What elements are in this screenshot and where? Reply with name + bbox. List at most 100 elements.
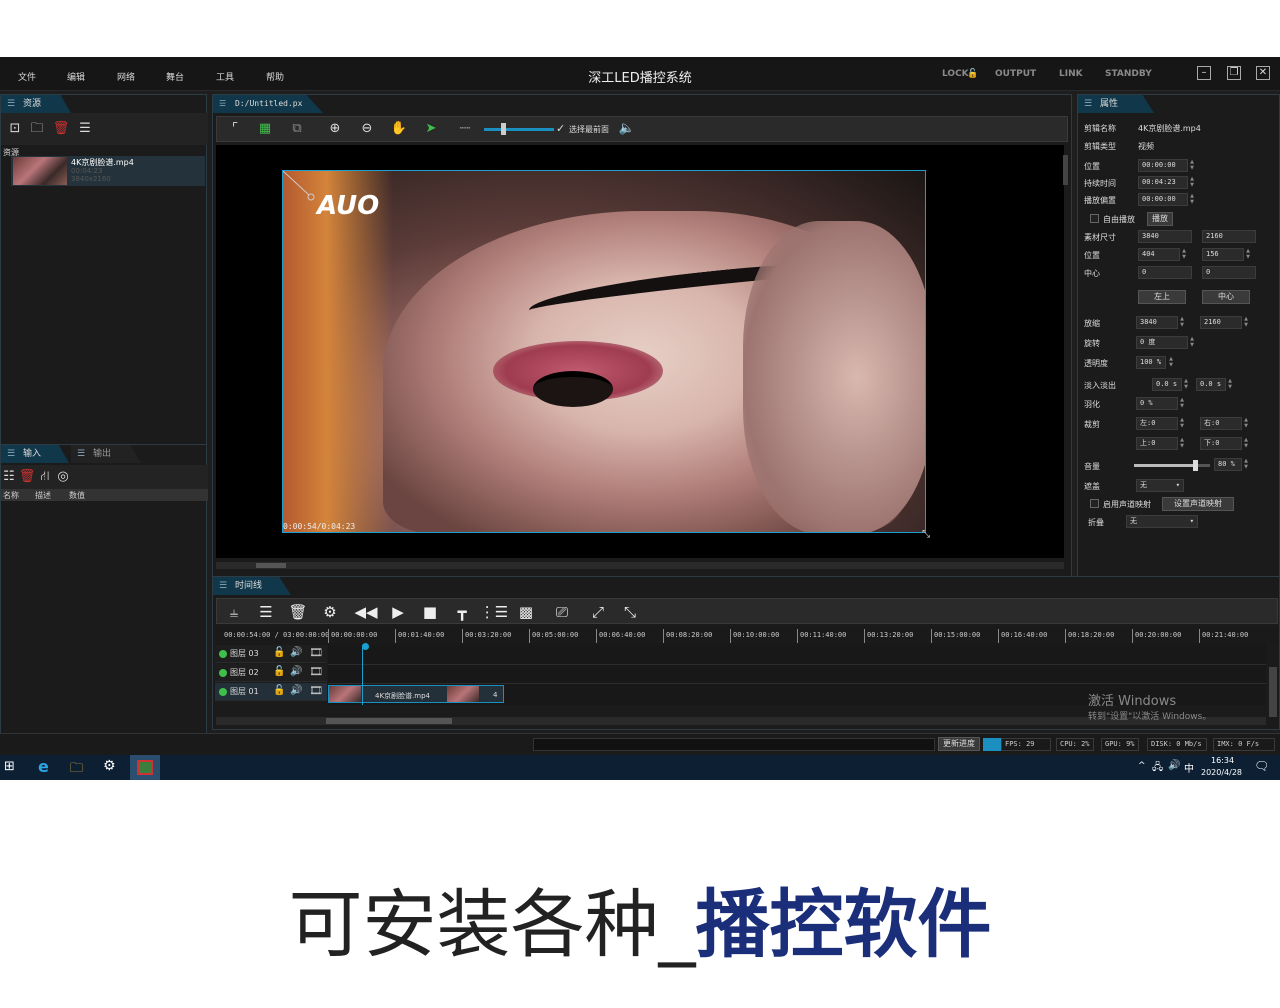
- add-layer-icon[interactable]: ⫨: [219, 599, 249, 625]
- duration-spinner[interactable]: ▲ ▼: [1188, 176, 1196, 189]
- ruler-icon[interactable]: ┄┄: [455, 120, 475, 138]
- hand-icon[interactable]: ✋: [389, 120, 409, 138]
- speaker-icon[interactable]: 🔊: [290, 685, 302, 696]
- network-tree-icon[interactable]: ⛙: [35, 468, 55, 486]
- layer-row-03[interactable]: 图层 03 🔓 🔊 🎞: [215, 645, 327, 663]
- network-icon[interactable]: 🖧: [1152, 760, 1163, 777]
- film-icon[interactable]: 🎞: [309, 684, 323, 697]
- timeline-vscroll[interactable]: [1269, 667, 1277, 717]
- rotate-field[interactable]: 0 度: [1136, 336, 1188, 349]
- tab-input[interactable]: ☰ 输入: [1, 445, 69, 463]
- list-menu-icon[interactable]: ☰: [75, 120, 95, 138]
- settings-icon[interactable]: ⚙: [315, 599, 345, 625]
- ungroup-icon[interactable]: ⧉: [287, 120, 307, 138]
- fade-out-spinner[interactable]: ▲ ▼: [1226, 378, 1234, 391]
- stop-icon[interactable]: ■: [415, 599, 445, 625]
- rotate-spinner[interactable]: ▲ ▼: [1188, 336, 1196, 349]
- clock-time[interactable]: 16:34: [1211, 756, 1234, 765]
- collapse-icon[interactable]: ⤡: [615, 599, 645, 625]
- keep-front-check-icon[interactable]: ✓: [556, 122, 565, 135]
- fold-select[interactable]: 无 ▾: [1126, 515, 1198, 528]
- layer-visible-icon[interactable]: [219, 650, 227, 658]
- list-numbered-icon[interactable]: ⋮☰: [479, 599, 509, 625]
- explorer-icon[interactable]: 🗀: [70, 759, 83, 780]
- layer-visible-icon[interactable]: [219, 669, 227, 677]
- zoom-slider-handle[interactable]: [501, 123, 506, 135]
- output-button[interactable]: OUTPUT: [995, 69, 1036, 79]
- timeline-ruler[interactable]: 00:00:54:00 / 03:00:00:00 00:00:00:00 00:…: [216, 627, 1278, 645]
- crop-top-spinner[interactable]: ▲ ▼: [1178, 437, 1186, 450]
- volume-spinner[interactable]: ▲ ▼: [1242, 458, 1250, 471]
- crop-left-spinner[interactable]: ▲ ▼: [1178, 417, 1186, 430]
- speaker-icon[interactable]: 🔊: [290, 666, 302, 677]
- player-app-icon[interactable]: [130, 755, 160, 780]
- volume-slider-handle[interactable]: [1192, 460, 1198, 471]
- play-offset-field[interactable]: 00:00:00: [1138, 193, 1188, 206]
- play-icon[interactable]: ▶: [383, 599, 413, 625]
- mask-select[interactable]: 无 ▾: [1136, 479, 1184, 492]
- center-x-field[interactable]: 0: [1138, 266, 1192, 279]
- align-icon[interactable]: ┳: [447, 599, 477, 625]
- import-icon[interactable]: ⊡: [5, 120, 25, 138]
- speaker-icon[interactable]: 🔈: [617, 120, 637, 138]
- tab-properties[interactable]: ☰ 属性: [1078, 95, 1154, 113]
- crop-bottom-spinner[interactable]: ▲ ▼: [1242, 437, 1250, 450]
- crop-corner-icon[interactable]: ⌜: [225, 120, 245, 138]
- edge-icon[interactable]: e: [38, 757, 49, 776]
- preview-vscroll[interactable]: [1063, 155, 1068, 185]
- video-layer[interactable]: AUO 0:00:54/0:04:23: [282, 170, 926, 533]
- top-left-button[interactable]: 左上: [1138, 290, 1186, 304]
- fade-in-spinner[interactable]: ▲ ▼: [1182, 378, 1190, 391]
- clock-date[interactable]: 2020/4/28: [1201, 768, 1242, 777]
- free-play-checkbox[interactable]: [1090, 214, 1099, 223]
- delete-io-icon[interactable]: 🗑: [17, 468, 37, 486]
- timeline-clip[interactable]: 4K京剧脸谱.mp4 4: [328, 685, 504, 703]
- audio-map-button[interactable]: 设置声道映射: [1162, 497, 1234, 511]
- minimize-icon[interactable]: –: [1197, 66, 1211, 80]
- scale-height-field[interactable]: 2160: [1200, 316, 1242, 329]
- expand-icon[interactable]: ⤢: [583, 599, 613, 625]
- speaker-icon[interactable]: 🔊: [290, 647, 302, 658]
- crop-right-field[interactable]: 右:0: [1200, 417, 1242, 430]
- fade-in-field[interactable]: 0.0 s: [1152, 378, 1182, 391]
- preview-hscroll-thumb[interactable]: [256, 563, 286, 568]
- play-offset-spinner[interactable]: ▲ ▼: [1188, 193, 1196, 206]
- scale-height-spinner[interactable]: ▲ ▼: [1242, 316, 1250, 329]
- unlock-icon[interactable]: 🔓: [273, 666, 285, 677]
- tray-up-icon[interactable]: ^: [1138, 761, 1146, 771]
- pos-x-spinner[interactable]: ▲ ▼: [1180, 248, 1188, 261]
- close-icon[interactable]: ✕: [1256, 66, 1270, 80]
- layer-list-icon[interactable]: ☰: [251, 599, 281, 625]
- pos-y-field[interactable]: 156: [1202, 248, 1244, 261]
- layer-row-02[interactable]: 图层 02 🔓 🔊 🎞: [215, 664, 327, 682]
- tab-resources[interactable]: ☰ 资源: [1, 95, 71, 113]
- tab-project[interactable]: ☰ D:/Untitled.px: [213, 95, 323, 113]
- zoom-in-icon[interactable]: ⊕: [325, 120, 345, 138]
- film-icon[interactable]: 🎞: [309, 646, 323, 659]
- delete-layer-icon[interactable]: 🗑: [283, 599, 313, 625]
- crop-left-field[interactable]: 左:0: [1136, 417, 1178, 430]
- opacity-spinner[interactable]: ▲ ▼: [1167, 356, 1175, 369]
- notification-icon[interactable]: 🗨: [1254, 759, 1269, 773]
- source-width-field[interactable]: 3840: [1138, 230, 1192, 243]
- layer-row-01[interactable]: 图层 01 🔓 🔊 🎞: [215, 683, 327, 701]
- fade-out-field[interactable]: 0.0 s: [1196, 378, 1226, 391]
- resource-item[interactable]: 4K京剧脸谱.mp4 00:04:23 3840x2160: [11, 156, 205, 186]
- unlock-icon[interactable]: 🔓: [273, 647, 285, 658]
- film-icon[interactable]: 🎞: [309, 665, 323, 678]
- settings-icon[interactable]: ⚙: [103, 758, 116, 774]
- crop-right-spinner[interactable]: ▲ ▼: [1242, 417, 1250, 430]
- duration-field[interactable]: 00:04:23: [1138, 176, 1188, 189]
- lock-button[interactable]: LOCK: [942, 69, 969, 79]
- update-progress-button[interactable]: 更新进度: [938, 737, 980, 751]
- unlock-icon[interactable]: 🔓: [273, 685, 285, 696]
- playhead-handle[interactable]: [362, 643, 369, 650]
- tab-timeline[interactable]: ☰ 时间线: [213, 577, 291, 595]
- timeline-hscroll-thumb[interactable]: [326, 718, 452, 724]
- feather-field[interactable]: 0 %: [1136, 397, 1178, 410]
- scale-width-field[interactable]: 3840: [1136, 316, 1178, 329]
- pointer-icon[interactable]: ➤: [421, 120, 441, 138]
- volume-field[interactable]: 80 %: [1214, 458, 1242, 471]
- preview-hscroll[interactable]: [216, 562, 1064, 569]
- center-y-field[interactable]: 0: [1202, 266, 1256, 279]
